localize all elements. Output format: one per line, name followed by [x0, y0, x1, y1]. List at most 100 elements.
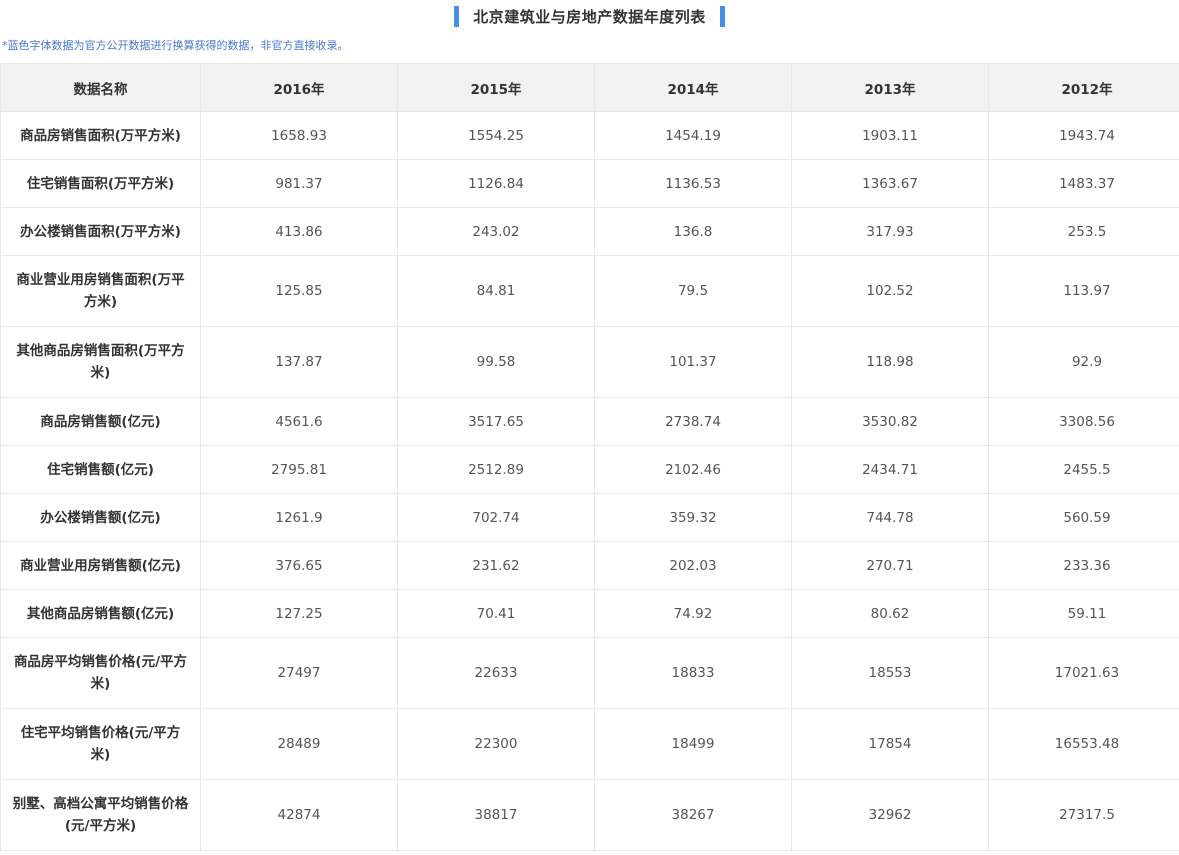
table-row: 住宅平均销售价格(元/平方米) 28489 22300 18499 17854 …	[0, 708, 1179, 780]
table-row: 商业营业用房销售面积(万平方米) 125.85 84.81 79.5 102.5…	[0, 255, 1179, 327]
value-cell: 560.59	[988, 493, 1179, 542]
table-row: 其他商品房销售额(亿元) 127.25 70.41 74.92 80.62 59…	[0, 589, 1179, 638]
value-cell: 1658.93	[200, 111, 398, 160]
value-cell: 125.85	[200, 255, 398, 327]
value-cell: 2455.5	[988, 445, 1179, 494]
table-row: 住宅销售额(亿元) 2795.81 2512.89 2102.46 2434.7…	[0, 445, 1179, 494]
table-header-row: 数据名称 2016年 2015年 2014年 2013年 2012年	[0, 63, 1179, 112]
value-cell: 101.37	[594, 326, 792, 398]
value-cell: 270.71	[791, 541, 989, 590]
table-row: 商品房销售面积(万平方米) 1658.93 1554.25 1454.19 19…	[0, 111, 1179, 160]
value-cell: 1903.11	[791, 111, 989, 160]
table-row: 商品房平均销售价格(元/平方米) 27497 22633 18833 18553…	[0, 637, 1179, 709]
row-name-cell: 别墅、高档公寓平均销售价格(元/平方米)	[0, 779, 201, 851]
value-cell: 92.9	[988, 326, 1179, 398]
table-row: 办公楼销售面积(万平方米) 413.86 243.02 136.8 317.93…	[0, 207, 1179, 256]
value-cell: 84.81	[397, 255, 595, 327]
data-note: *蓝色字体数据为官方公开数据进行换算获得的数据，非官方直接收录。	[2, 39, 349, 52]
value-cell: 38267	[594, 779, 792, 851]
value-cell: 18553	[791, 637, 989, 709]
value-cell: 3517.65	[397, 397, 595, 446]
table-row: 商品房销售额(亿元) 4561.6 3517.65 2738.74 3530.8…	[0, 397, 1179, 446]
row-name-cell: 办公楼销售面积(万平方米)	[0, 207, 201, 256]
value-cell: 1454.19	[594, 111, 792, 160]
title-left-marker	[454, 5, 460, 27]
table-row: 商业营业用房销售额(亿元) 376.65 231.62 202.03 270.7…	[0, 541, 1179, 590]
value-cell: 28489	[200, 708, 398, 780]
value-cell: 2738.74	[594, 397, 792, 446]
page-title: 北京建筑业与房地产数据年度列表	[473, 7, 706, 26]
data-table-container: 数据名称 2016年 2015年 2014年 2013年 2012年 商品房销售…	[0, 63, 1179, 851]
row-name-cell: 商品房平均销售价格(元/平方米)	[0, 637, 201, 709]
value-cell: 80.62	[791, 589, 989, 638]
value-cell: 2434.71	[791, 445, 989, 494]
row-name-cell: 商品房销售面积(万平方米)	[0, 111, 201, 160]
value-cell: 702.74	[397, 493, 595, 542]
value-cell: 16553.48	[988, 708, 1179, 780]
header-cell-2014: 2014年	[594, 63, 792, 112]
header-cell-name: 数据名称	[0, 63, 201, 112]
value-cell: 2512.89	[397, 445, 595, 494]
value-cell: 1136.53	[594, 159, 792, 208]
value-cell: 99.58	[397, 326, 595, 398]
value-cell: 981.37	[200, 159, 398, 208]
value-cell: 376.65	[200, 541, 398, 590]
value-cell: 127.25	[200, 589, 398, 638]
value-cell: 74.92	[594, 589, 792, 638]
value-cell: 22300	[397, 708, 595, 780]
value-cell: 1363.67	[791, 159, 989, 208]
table-row: 别墅、高档公寓平均销售价格(元/平方米) 42874 38817 38267 3…	[0, 779, 1179, 851]
table-body: 商品房销售面积(万平方米) 1658.93 1554.25 1454.19 19…	[0, 111, 1179, 851]
value-cell: 102.52	[791, 255, 989, 327]
value-cell: 118.98	[791, 326, 989, 398]
table-row: 办公楼销售额(亿元) 1261.9 702.74 359.32 744.78 5…	[0, 493, 1179, 542]
value-cell: 1554.25	[397, 111, 595, 160]
value-cell: 32962	[791, 779, 989, 851]
data-table: 数据名称 2016年 2015年 2014年 2013年 2012年 商品房销售…	[0, 63, 1179, 851]
value-cell: 231.62	[397, 541, 595, 590]
value-cell: 317.93	[791, 207, 989, 256]
value-cell: 2795.81	[200, 445, 398, 494]
value-cell: 1483.37	[988, 159, 1179, 208]
header-cell-2013: 2013年	[791, 63, 989, 112]
row-name-cell: 其他商品房销售额(亿元)	[0, 589, 201, 638]
value-cell: 1126.84	[397, 159, 595, 208]
value-cell: 253.5	[988, 207, 1179, 256]
value-cell: 18499	[594, 708, 792, 780]
header-cell-2016: 2016年	[200, 63, 398, 112]
value-cell: 18833	[594, 637, 792, 709]
value-cell: 27317.5	[988, 779, 1179, 851]
value-cell: 27497	[200, 637, 398, 709]
header-cell-2015: 2015年	[397, 63, 595, 112]
value-cell: 22633	[397, 637, 595, 709]
title-bar: 北京建筑业与房地产数据年度列表	[0, 0, 1179, 32]
value-cell: 413.86	[200, 207, 398, 256]
header-cell-2012: 2012年	[988, 63, 1179, 112]
row-name-cell: 住宅平均销售价格(元/平方米)	[0, 708, 201, 780]
value-cell: 243.02	[397, 207, 595, 256]
value-cell: 3308.56	[988, 397, 1179, 446]
row-name-cell: 商业营业用房销售面积(万平方米)	[0, 255, 201, 327]
value-cell: 59.11	[988, 589, 1179, 638]
title-right-marker	[719, 5, 725, 27]
value-cell: 1261.9	[200, 493, 398, 542]
value-cell: 137.87	[200, 326, 398, 398]
value-cell: 233.36	[988, 541, 1179, 590]
value-cell: 1943.74	[988, 111, 1179, 160]
value-cell: 202.03	[594, 541, 792, 590]
row-name-cell: 其他商品房销售面积(万平方米)	[0, 326, 201, 398]
value-cell: 113.97	[988, 255, 1179, 327]
row-name-cell: 商业营业用房销售额(亿元)	[0, 541, 201, 590]
value-cell: 79.5	[594, 255, 792, 327]
value-cell: 70.41	[397, 589, 595, 638]
row-name-cell: 商品房销售额(亿元)	[0, 397, 201, 446]
row-name-cell: 住宅销售额(亿元)	[0, 445, 201, 494]
value-cell: 4561.6	[200, 397, 398, 446]
value-cell: 136.8	[594, 207, 792, 256]
table-row: 其他商品房销售面积(万平方米) 137.87 99.58 101.37 118.…	[0, 326, 1179, 398]
table-row: 住宅销售面积(万平方米) 981.37 1126.84 1136.53 1363…	[0, 159, 1179, 208]
value-cell: 42874	[200, 779, 398, 851]
value-cell: 17854	[791, 708, 989, 780]
value-cell: 744.78	[791, 493, 989, 542]
value-cell: 17021.63	[988, 637, 1179, 709]
